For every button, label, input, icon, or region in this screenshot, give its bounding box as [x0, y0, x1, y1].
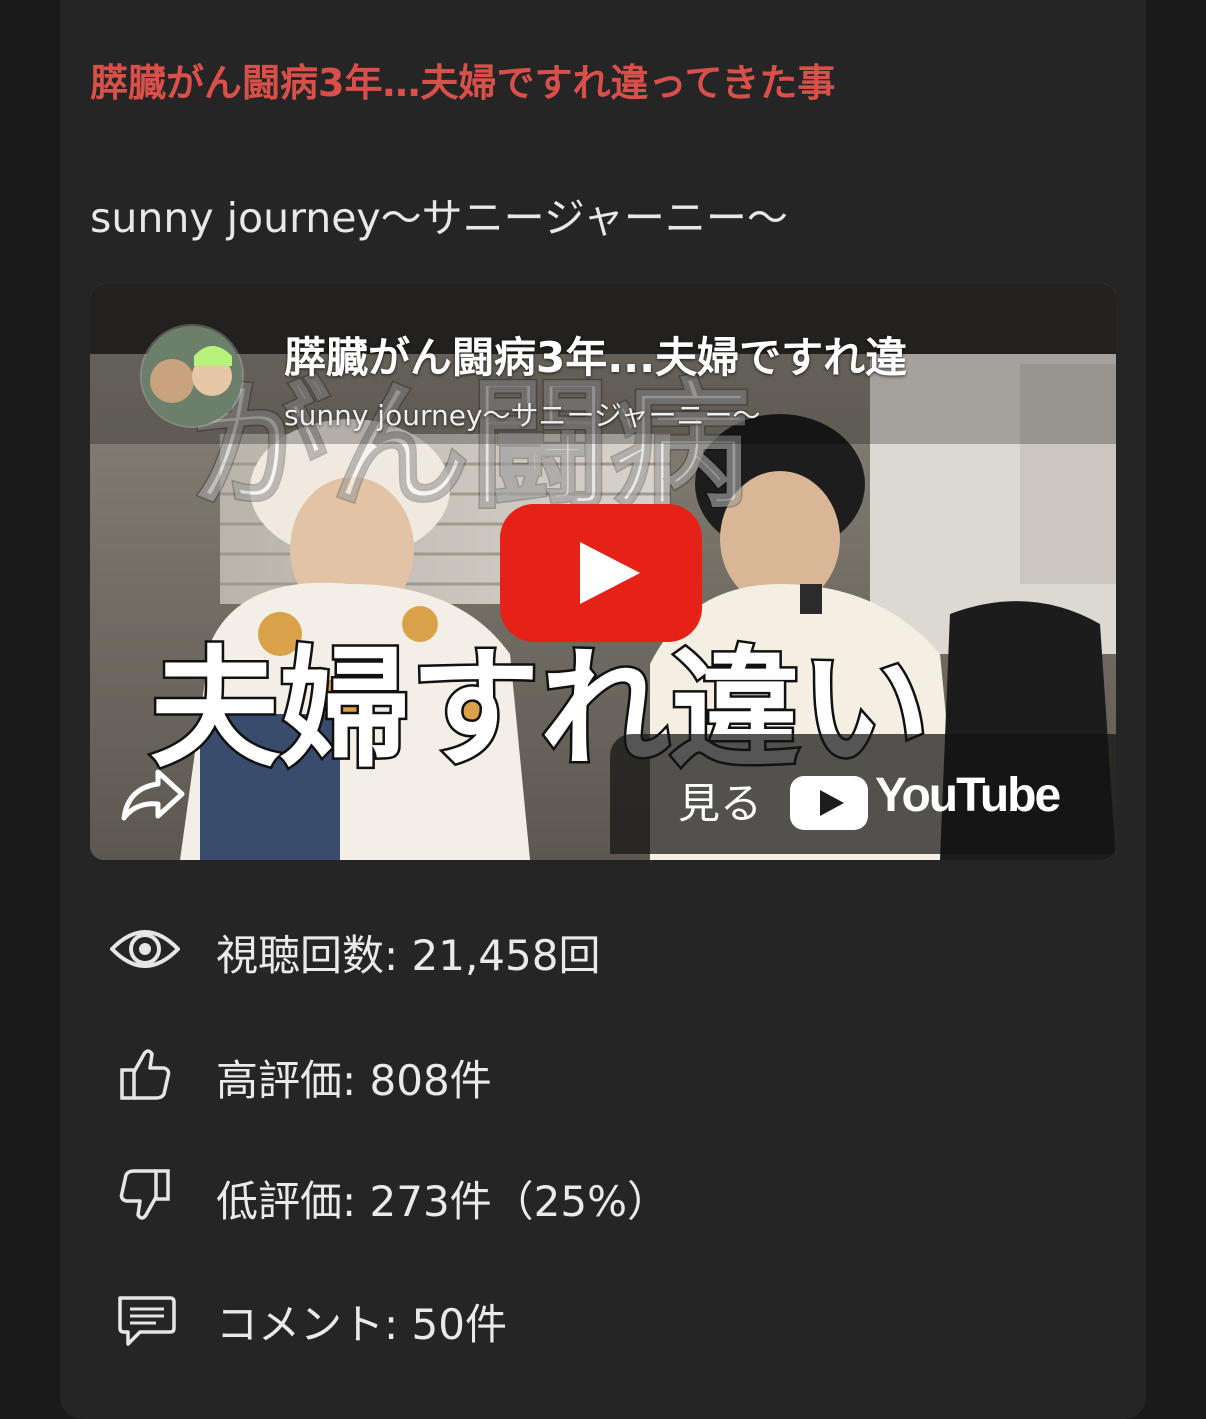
post-title: 膵臓がん闘病3年…夫婦ですれ違ってきた事 — [90, 61, 836, 105]
comment-icon — [118, 1296, 176, 1346]
watch-on-youtube-button[interactable]: 見る YouTube — [610, 734, 1116, 854]
play-button[interactable] — [500, 504, 702, 642]
stat-comments: コメント: 50件 — [110, 1283, 1010, 1353]
stat-views: 視聴回数: 21,458回 — [110, 914, 1010, 984]
share-button[interactable] — [118, 764, 188, 824]
video-info-card: 膵臓がん闘病3年…夫婦ですれ違ってきた事 sunny journey〜サニージャ… — [60, 0, 1146, 1419]
embedded-video-player[interactable]: 夫婦すれ違い がん闘病 膵臓がん闘病3年...夫婦ですれ違 sunny jour… — [90, 284, 1116, 860]
channel-avatar[interactable] — [140, 324, 244, 428]
thumbs-down-icon — [119, 1169, 170, 1220]
eye-icon — [110, 930, 180, 968]
thumbs-up-icon — [120, 1049, 171, 1100]
play-icon — [500, 504, 702, 642]
youtube-wordmark: YouTube — [875, 769, 1061, 822]
stat-likes: 高評価: 808件 — [110, 1039, 1010, 1109]
views-count: 視聴回数: 21,458回 — [216, 931, 601, 980]
channel-name: sunny journey〜サニージャーニー〜 — [90, 194, 788, 242]
watch-on-label: 見る — [678, 779, 763, 828]
likes-count: 高評価: 808件 — [216, 1056, 492, 1105]
comments-count: コメント: 50件 — [216, 1300, 507, 1349]
player-video-title[interactable]: 膵臓がん闘病3年...夫婦ですれ違 — [284, 324, 1084, 385]
share-icon — [121, 769, 185, 821]
youtube-logo-icon — [790, 776, 868, 830]
player-channel-name[interactable]: sunny journey〜サニージャーニー〜 — [284, 394, 761, 434]
stat-dislikes: 低評価: 273件（25%） — [110, 1160, 1010, 1230]
dislikes-count: 低評価: 273件（25%） — [216, 1177, 670, 1226]
